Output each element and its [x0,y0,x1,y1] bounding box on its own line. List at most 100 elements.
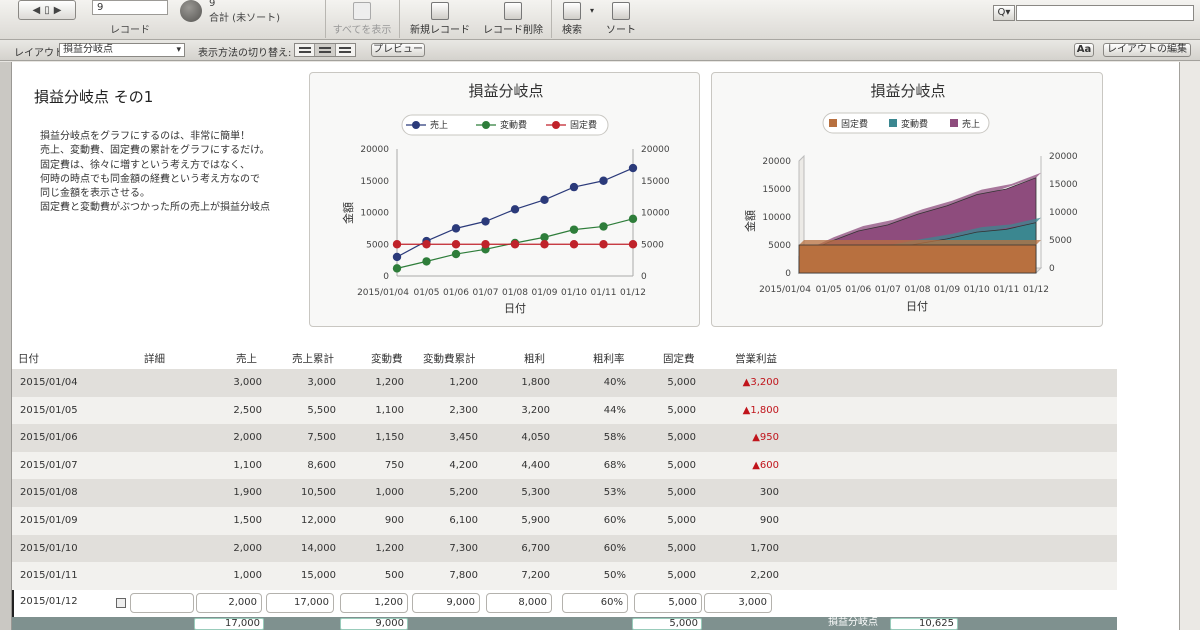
show-all-button[interactable]: すべてを表示 [328,0,396,40]
table-cell: 6,700 [521,542,550,554]
table-row[interactable]: 2015/01/07 1,100 8,600 750 4,200 4,400 68% 5,00… [12,451,1117,480]
table-cell: 50% [603,570,626,582]
column-header[interactable]: 変動費累計 [423,351,476,366]
data-point [451,249,461,259]
table-cell: 5,000 [667,487,696,499]
table-cell: 1,700 [750,542,779,554]
view-as-switch[interactable] [294,43,356,57]
table-cell: 1,200 [375,377,404,388]
data-point [392,240,402,249]
preview-button[interactable]: プレビュー [371,43,425,57]
table-cell: 2015/01/07 [20,459,78,471]
edit-field[interactable]: 2015/01/12 [16,592,114,613]
table-cell: 15,000 [301,570,336,582]
delete-record-button[interactable]: レコード削除 [478,0,548,40]
y-tick-label: 20000 [360,145,389,155]
table-row[interactable]: 2015/01/12 2,000 17,000 1,200 9,000 8,000 60% 5… [12,589,1117,618]
new-record-button[interactable]: 新規レコード [405,0,475,40]
table-cell: 1,000 [233,570,262,582]
edit-field[interactable]: 17,000 [266,592,334,613]
table-cell: 3,450 [449,432,478,444]
edit-field[interactable]: 8,000 [486,592,552,613]
column-header[interactable]: 売上 [236,351,257,366]
quick-find-input[interactable] [1016,5,1194,21]
edit-layout-button[interactable]: レイアウトの編集 [1103,43,1191,57]
layout-select[interactable]: 損益分岐点 [59,43,185,57]
table-row[interactable]: 2015/01/06 2,000 7,500 1,150 3,450 4,050 58% 5,… [12,424,1117,452]
x-axis-label: 日付 [906,300,928,313]
data-point [599,222,608,231]
vertical-scrollbar[interactable] [1179,62,1200,630]
area-chart-card: 損益分岐点 固定費 変動費 売上 0 0 5000 5000 10000 10000 15000 15… [711,72,1103,327]
variable-total-field: 9,000 [340,618,408,630]
table-cell: 7,800 [449,570,478,582]
table-row[interactable]: 2015/01/11 1,000 15,000 500 7,800 7,200 50% 5,0… [12,562,1117,590]
edit-field[interactable]: 2,000 [196,592,262,613]
calendar-icon[interactable] [116,597,126,608]
table-row[interactable]: 2015/01/10 2,000 14,000 1,200 7,300 6,700 60% 5… [12,534,1117,563]
record-navigator[interactable]: ◀ ▯ ▶ [18,0,76,20]
description-line: 同じ金額を表示させる。 [40,188,150,200]
table-cell: 1,200 [449,377,478,388]
y-tick-label: 10000 [762,213,791,223]
column-header[interactable]: 日付 [18,351,39,366]
edit-field[interactable]: 60% [562,592,628,613]
y-tick-label: 5000 [768,241,791,251]
table-row[interactable]: 2015/01/09 1,500 12,000 900 6,100 5,900 60% 5,0… [12,507,1117,535]
toolbar-separator [551,0,552,38]
table-cell: 1,150 [375,432,404,444]
line-chart-card: 損益分岐点 売上 変動費 固定費 0 0 5000 5000 10000 10000 15000 15… [309,72,700,327]
data-point [599,176,608,185]
column-header[interactable]: 営業利益 [735,351,777,366]
series-area [798,244,1037,274]
description-line: 売上、変動費、固定費の累計をグラフにするだけ。 [40,145,270,157]
table-cell: 2,000 [233,432,262,444]
list-view-icon[interactable] [315,44,336,56]
column-header[interactable]: 詳細 [144,351,165,366]
column-header[interactable]: 粗利率 [593,351,625,366]
table-cell: 40% [603,377,626,388]
edit-field[interactable]: 9,000 [412,592,480,613]
table-cell: 750 [384,459,404,471]
prev-record-icon[interactable]: ◀ [33,5,41,16]
column-header[interactable]: 固定費 [663,351,695,366]
edit-field[interactable] [130,592,194,613]
table-cell: 4,050 [521,432,550,444]
data-point [510,240,520,249]
table-row[interactable]: 2015/01/04 3,000 3,000 1,200 1,200 1,800 40% 5,… [12,369,1117,397]
sort-button[interactable]: ソート [603,0,639,40]
table-cell: 900 [759,515,779,526]
table-cell [144,452,204,480]
y-tick-label: 15000 [360,177,389,187]
magnifier-icon [563,2,581,20]
edit-field[interactable]: 1,200 [340,592,408,613]
quick-find-icon[interactable]: Q▾ [993,5,1015,21]
format-bar-button[interactable]: Aa [1074,43,1094,57]
y-tick-label-right: 10000 [1049,208,1078,218]
edit-field[interactable]: 3,000 [704,592,772,613]
table-row[interactable]: 2015/01/08 1,900 10,500 1,000 5,200 5,300 53% 5… [12,479,1117,507]
edit-field[interactable]: 5,000 [634,592,702,613]
column-header[interactable]: 売上累計 [292,351,334,366]
data-point [628,214,638,224]
new-record-icon [431,2,449,20]
find-dropdown-icon[interactable]: ▾ [590,6,594,15]
sort-icon [612,2,630,20]
table-cell [144,562,204,590]
table-row[interactable]: 2015/01/05 2,500 5,500 1,100 2,300 3,200 44% 5,… [12,396,1117,425]
table-view-icon[interactable] [336,44,355,56]
table-cell: 2,200 [750,570,779,582]
current-record-field[interactable]: 9 [92,0,168,15]
table-cell: 68% [603,459,626,471]
form-view-icon[interactable] [295,44,316,56]
table-cell: 2015/01/04 [20,377,78,388]
data-point [451,224,461,233]
table-cell: 2015/01/05 [20,404,78,416]
table-cell: 5,000 [667,542,696,554]
find-button[interactable]: 検索 [556,0,588,40]
table-cell: 5,000 [667,459,696,471]
column-header[interactable]: 粗利 [524,351,545,366]
x-tick-label: 01/09 [934,285,960,295]
next-record-icon[interactable]: ▶ [54,5,62,16]
column-header[interactable]: 変動費 [371,351,403,366]
